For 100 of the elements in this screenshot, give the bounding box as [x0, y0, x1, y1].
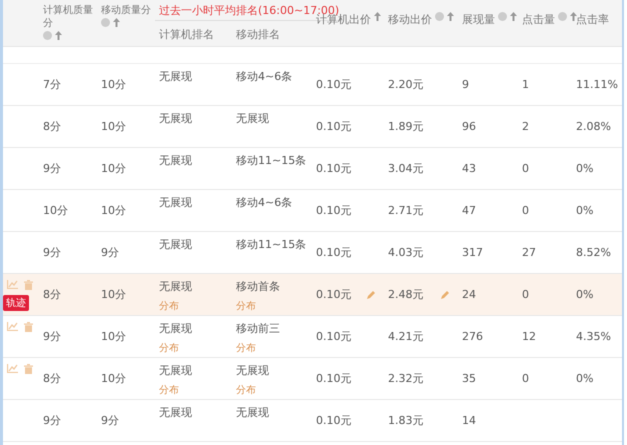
table-cell-text: 移动11~15条: [236, 153, 308, 168]
help-icon[interactable]: [101, 18, 110, 27]
table-cell-text: 移动4~6条: [236, 195, 294, 210]
table-cell-text: 移动4~6条: [236, 69, 294, 84]
table-cell: 12: [522, 330, 536, 343]
table-cell: 4.35%: [576, 330, 611, 343]
table-cell-text: 无展现: [236, 363, 270, 378]
table-cell: 47: [462, 204, 476, 217]
table-cell: 8分: [43, 119, 61, 134]
table-cell: 7分: [43, 77, 61, 92]
table-cell: 96: [462, 120, 476, 133]
table-cell: 10分: [101, 119, 126, 134]
table-cell: 0.10元: [316, 245, 352, 260]
table-cell: 0%: [576, 372, 594, 385]
table-cell: 9分: [43, 245, 61, 260]
table-cell: 4.21元: [388, 329, 424, 344]
table-cell: 27: [522, 246, 536, 259]
table-cell: 8.52%: [576, 246, 611, 259]
table-cell-text: 无展现: [159, 279, 193, 294]
table-cell: 0%: [576, 162, 594, 175]
table-cell: 3.04元: [388, 161, 424, 176]
table-cell-text: 无展现: [159, 237, 193, 252]
table-cell: 0: [522, 372, 529, 385]
table-cell: 14: [462, 414, 476, 427]
column-header: 移动排名: [236, 27, 280, 42]
help-icon[interactable]: [558, 12, 567, 21]
table-cell: 24: [462, 288, 476, 301]
table-cell: 8分: [43, 371, 61, 386]
table-cell: 0.10元: [316, 161, 352, 176]
table-cell: 1.83元: [388, 413, 424, 428]
table-cell: 9分: [101, 413, 119, 428]
table-cell: 9分: [43, 413, 61, 428]
table-cell: 1: [522, 78, 529, 91]
help-icon[interactable]: [435, 12, 444, 21]
sort-arrow-icon[interactable]: [570, 12, 577, 21]
chart-icon[interactable]: [7, 364, 18, 373]
table-cell: 2.32元: [388, 371, 424, 386]
sort-arrow-icon[interactable]: [55, 31, 62, 40]
help-icon[interactable]: [498, 12, 507, 21]
pencil-icon[interactable]: [440, 290, 450, 300]
table-cell: 0%: [576, 204, 594, 217]
table-cell: 35: [462, 372, 476, 385]
table-cell: 1.89元: [388, 119, 424, 134]
table-cell: 317: [462, 246, 483, 259]
table-cell: 10分: [101, 203, 126, 218]
table-cell-text: 移动11~15条: [236, 237, 308, 252]
table-cell-text: 无展现: [159, 363, 193, 378]
column-header: 点击量: [522, 12, 555, 27]
table-cell: 43: [462, 162, 476, 175]
table-cell: 2.08%: [576, 120, 611, 133]
table-cell: 11.11%: [576, 78, 618, 91]
table-cell: 0.10元: [316, 119, 352, 134]
column-header: 计算机质量分: [43, 4, 93, 30]
trash-icon[interactable]: [24, 322, 33, 332]
table-cell: 10分: [43, 203, 68, 218]
table-cell: 0: [522, 162, 529, 175]
table-cell-text: 无展现: [159, 69, 193, 84]
table-cell: 9分: [43, 161, 61, 176]
track-badge[interactable]: 轨迹: [3, 295, 29, 311]
table-cell: 9分: [101, 245, 119, 260]
table-cell: 0.10元: [316, 329, 352, 344]
chart-icon[interactable]: [7, 322, 18, 331]
column-header: 计算机出价: [316, 13, 371, 27]
table-cell-text: 移动首条: [236, 279, 281, 294]
table-cell: 10分: [101, 329, 126, 344]
table-row[interactable]: 轨迹 8分 10分 无展现 分布 移动首条 分布 0.10元 2.48元 24 0 0%: [3, 274, 622, 316]
table-cell-text: 无展现: [159, 195, 193, 210]
column-header: 计算机排名: [159, 27, 214, 42]
column-header: 移动出价: [388, 12, 432, 27]
table-cell: 10分: [101, 287, 126, 302]
pencil-icon[interactable]: [366, 290, 376, 300]
trash-icon[interactable]: [24, 364, 33, 374]
table-cell: 8分: [43, 287, 61, 302]
column-header: 移动质量分: [101, 4, 151, 17]
help-icon[interactable]: [43, 31, 52, 40]
table-cell-text: 无展现: [159, 405, 193, 420]
table-cell: 0: [522, 204, 529, 217]
table-cell: 0: [522, 288, 529, 301]
chart-icon[interactable]: [7, 280, 18, 289]
sort-arrow-icon[interactable]: [510, 12, 517, 21]
table-cell: 2: [522, 120, 529, 133]
table-cell: 0%: [576, 288, 594, 301]
trash-icon[interactable]: [24, 280, 33, 290]
table-cell: 0.10元: [316, 77, 352, 92]
sort-arrow-icon[interactable]: [447, 12, 454, 21]
column-header: 展现量: [462, 12, 495, 27]
table-cell: 0.10元: [316, 371, 352, 386]
table-cell: 10分: [101, 77, 126, 92]
table-cell-text: 无展现: [159, 111, 193, 126]
table-cell: 2.48元: [388, 287, 424, 302]
table-cell: 9分: [43, 329, 61, 344]
table-cell-text: 移动前三: [236, 321, 281, 336]
table-cell-text: 无展现: [236, 111, 270, 126]
table-cell: 0.10元: [316, 203, 352, 218]
sort-arrow-icon[interactable]: [113, 18, 120, 27]
table-cell: 2.71元: [388, 203, 424, 218]
table-cell: 10分: [101, 371, 126, 386]
table-cell-text: 无展现: [236, 405, 270, 420]
table-cell: 276: [462, 330, 483, 343]
sort-arrow-icon[interactable]: [374, 12, 381, 21]
